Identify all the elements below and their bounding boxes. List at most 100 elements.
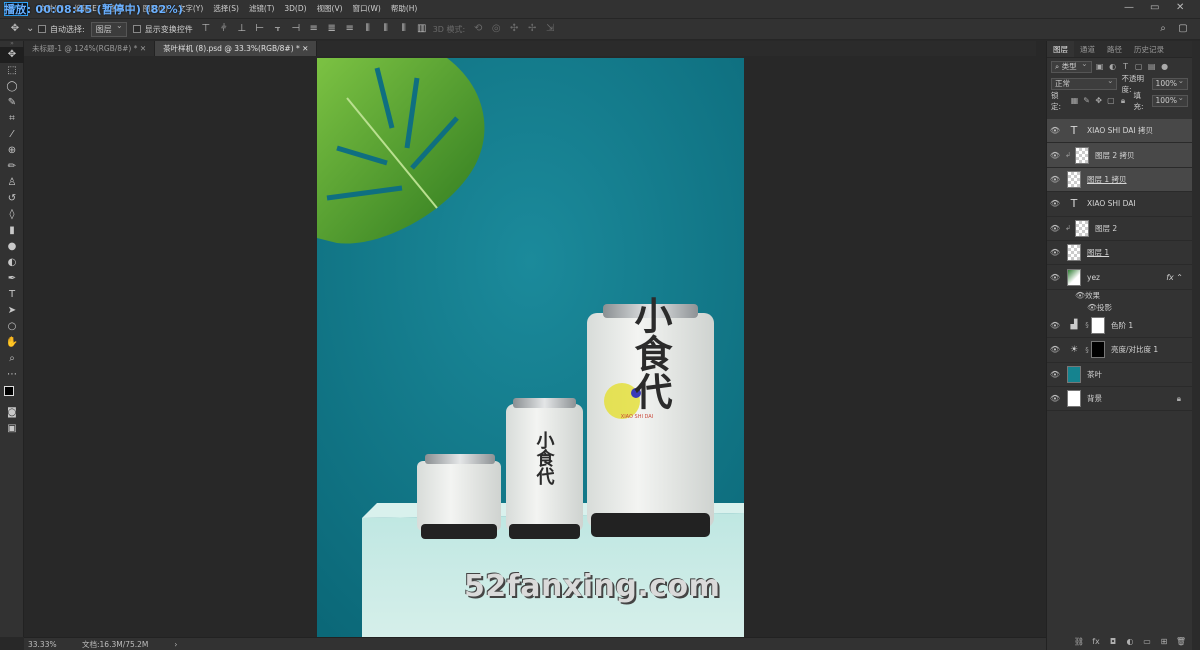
tab-tea-mockup[interactable]: 茶叶样机 (8).psd @ 33.3%(RGB/8#) * ✕ xyxy=(155,41,318,56)
panel-scrollbar[interactable] xyxy=(1192,41,1200,650)
eye-icon[interactable]: 👁︎ xyxy=(1047,345,1063,354)
distribute-bottom-icon[interactable]: ≡ xyxy=(343,22,357,36)
tab-untitled[interactable]: 未标题-1 @ 124%(RGB/8#) * ✕ xyxy=(24,41,156,56)
history-brush-icon[interactable]: ↺ xyxy=(0,191,24,207)
align-top-icon[interactable]: ⊤ xyxy=(199,22,213,36)
filter-shape-icon[interactable]: ▢ xyxy=(1134,62,1144,72)
lasso-tool-icon[interactable]: ◯ xyxy=(0,79,24,95)
layer-row[interactable]: 👁︎ 图层 1 拷贝 xyxy=(1047,167,1193,193)
fill-input[interactable]: 100% xyxy=(1151,93,1188,107)
menu-view[interactable]: 视图(V) xyxy=(312,0,348,18)
tab-paths[interactable]: 路径 xyxy=(1101,41,1128,57)
lock-all-icon[interactable]: 🔒︎ xyxy=(1118,96,1127,106)
checkbox-box[interactable] xyxy=(132,25,141,33)
auto-select-checkbox[interactable]: 自动选择: xyxy=(38,24,85,35)
more-tools-icon[interactable]: ⋯ xyxy=(0,367,24,383)
document-artwork[interactable]: 小食代 小食代 XIAO SHI DAI xyxy=(317,58,744,637)
eye-icon[interactable]: 👁︎ xyxy=(1047,199,1063,208)
maximize-icon[interactable]: ▭ xyxy=(1150,2,1159,13)
healing-tool-icon[interactable]: ⊕ xyxy=(0,143,24,159)
status-arrow-icon[interactable]: › xyxy=(174,640,177,649)
align-right-icon[interactable]: ⊣ xyxy=(289,22,303,36)
gradient-tool-icon[interactable]: ▮ xyxy=(0,223,24,239)
fx-icon[interactable]: fx ⌃ xyxy=(1166,273,1183,282)
layer-row[interactable]: 👁︎ yez fx ⌃ xyxy=(1047,265,1193,290)
show-transform-checkbox[interactable]: 显示变换控件 xyxy=(132,24,193,35)
layer-mask[interactable] xyxy=(1091,341,1105,359)
eye-icon[interactable]: 👁︎ xyxy=(1047,370,1063,379)
move-tool-icon[interactable]: ✥ xyxy=(0,47,24,63)
eraser-tool-icon[interactable]: ◊ xyxy=(0,207,24,223)
layer-row[interactable]: 👁︎ 背景 🔒︎ xyxy=(1047,387,1193,412)
eye-icon[interactable]: 👁︎ xyxy=(1047,175,1063,184)
add-mask-icon[interactable]: ◘ xyxy=(1107,636,1119,648)
new-adjustment-icon[interactable]: ◐ xyxy=(1124,636,1136,648)
type-tool-icon[interactable]: T xyxy=(0,287,24,303)
eye-icon[interactable]: 👁︎ xyxy=(1047,273,1063,282)
menu-window[interactable]: 窗口(W) xyxy=(348,0,386,18)
lock-position-icon[interactable]: ✥ xyxy=(1094,96,1103,106)
tab-close-icon[interactable]: ✕ xyxy=(140,44,146,53)
distribute-right-icon[interactable]: ⦀ xyxy=(397,22,411,36)
layer-row[interactable]: 👁︎ T XIAO SHI DAI xyxy=(1047,192,1193,217)
hand-tool-icon[interactable]: ✋ xyxy=(0,335,24,351)
layer-row[interactable]: 👁︎ 图层 1 xyxy=(1047,241,1193,266)
link-layers-icon[interactable]: ⛓ xyxy=(1073,636,1085,648)
eye-icon[interactable]: 👁︎ xyxy=(1075,291,1085,300)
3d-rotate-icon[interactable]: ⟲ xyxy=(471,22,485,36)
lock-artboard-icon[interactable]: ▢ xyxy=(1106,96,1115,106)
filter-kind-dropdown[interactable]: ⌕ 类型 xyxy=(1051,59,1092,73)
workspace-icon[interactable]: ▢ xyxy=(1176,22,1190,36)
marquee-tool-icon[interactable]: ⬚ xyxy=(0,63,24,79)
layer-row[interactable]: 👁︎ ▟ § 色阶 1 xyxy=(1047,314,1193,339)
zoom-level[interactable]: 33.33% xyxy=(28,640,78,649)
path-select-tool-icon[interactable]: ➤ xyxy=(0,303,24,319)
blur-tool-icon[interactable]: ● xyxy=(0,239,24,255)
tab-channels[interactable]: 通道 xyxy=(1074,41,1101,57)
quick-mask-icon[interactable]: ◙ xyxy=(0,405,24,421)
eyedropper-tool-icon[interactable]: ⁄ xyxy=(0,127,24,143)
chevron-down-icon[interactable]: ⌄ xyxy=(26,22,34,36)
distribute-vcenter-icon[interactable]: ≣ xyxy=(325,22,339,36)
layer-row[interactable]: 👁︎ ↲ 图层 2 拷贝 xyxy=(1047,143,1193,168)
layer-row[interactable]: 👁︎ ☀ § 亮度/对比度 1 xyxy=(1047,338,1193,363)
new-layer-icon[interactable]: ⊞ xyxy=(1158,636,1170,648)
3d-pan-icon[interactable]: ✣ xyxy=(507,22,521,36)
align-vcenter-icon[interactable]: ⫩ xyxy=(217,22,231,36)
delete-layer-icon[interactable]: 🗑︎ xyxy=(1175,636,1187,648)
align-left-icon[interactable]: ⊢ xyxy=(253,22,267,36)
auto-select-dropdown[interactable]: 图层 xyxy=(90,21,127,37)
lock-transparent-icon[interactable]: ▦ xyxy=(1070,96,1079,106)
crop-tool-icon[interactable]: ⌗ xyxy=(0,111,24,127)
layer-row[interactable]: 👁︎ ↲ 图层 2 xyxy=(1047,217,1193,241)
pen-tool-icon[interactable]: ✒ xyxy=(0,271,24,287)
filter-adjust-icon[interactable]: ◐ xyxy=(1108,62,1118,72)
distribute-hcenter-icon[interactable]: ⦀ xyxy=(379,22,393,36)
screen-mode-icon[interactable]: ▣ xyxy=(0,421,24,437)
eye-icon[interactable]: 👁︎ xyxy=(1047,126,1063,135)
opacity-input[interactable]: 100% xyxy=(1151,76,1188,90)
eye-icon[interactable]: 👁︎ xyxy=(1047,151,1063,160)
eye-icon[interactable]: 👁︎ xyxy=(1087,303,1097,312)
brush-tool-icon[interactable]: ✏ xyxy=(0,159,24,175)
menu-3d[interactable]: 3D(D) xyxy=(279,0,311,18)
blend-mode-dropdown[interactable]: 正常 xyxy=(1051,76,1118,90)
3d-scale-icon[interactable]: ⇲ xyxy=(543,22,557,36)
drop-shadow-row[interactable]: 👁︎ 投影 xyxy=(1047,302,1193,314)
eye-icon[interactable]: 👁︎ xyxy=(1047,394,1063,403)
filter-smart-icon[interactable]: ▤ xyxy=(1147,62,1157,72)
foreground-color-swatch[interactable] xyxy=(4,386,14,396)
filter-type-icon[interactable]: T xyxy=(1121,62,1131,72)
canvas-area[interactable]: 小食代 小食代 XIAO SHI DAI 52fanxing.com xyxy=(24,56,1036,637)
eye-icon[interactable]: 👁︎ xyxy=(1047,224,1063,233)
distribute-top-icon[interactable]: ≡ xyxy=(307,22,321,36)
filter-pixel-icon[interactable]: ▣ xyxy=(1095,62,1105,72)
stamp-tool-icon[interactable]: ♙ xyxy=(0,175,24,191)
close-icon[interactable]: ✕ xyxy=(1176,2,1184,13)
tab-close-icon[interactable]: ✕ xyxy=(302,44,308,53)
shape-tool-icon[interactable]: ○ xyxy=(0,319,24,335)
3d-slide-icon[interactable]: ✢ xyxy=(525,22,539,36)
quick-select-tool-icon[interactable]: ✎ xyxy=(0,95,24,111)
distribute-left-icon[interactable]: ⦀ xyxy=(361,22,375,36)
align-hcenter-icon[interactable]: ⫟ xyxy=(271,22,285,36)
